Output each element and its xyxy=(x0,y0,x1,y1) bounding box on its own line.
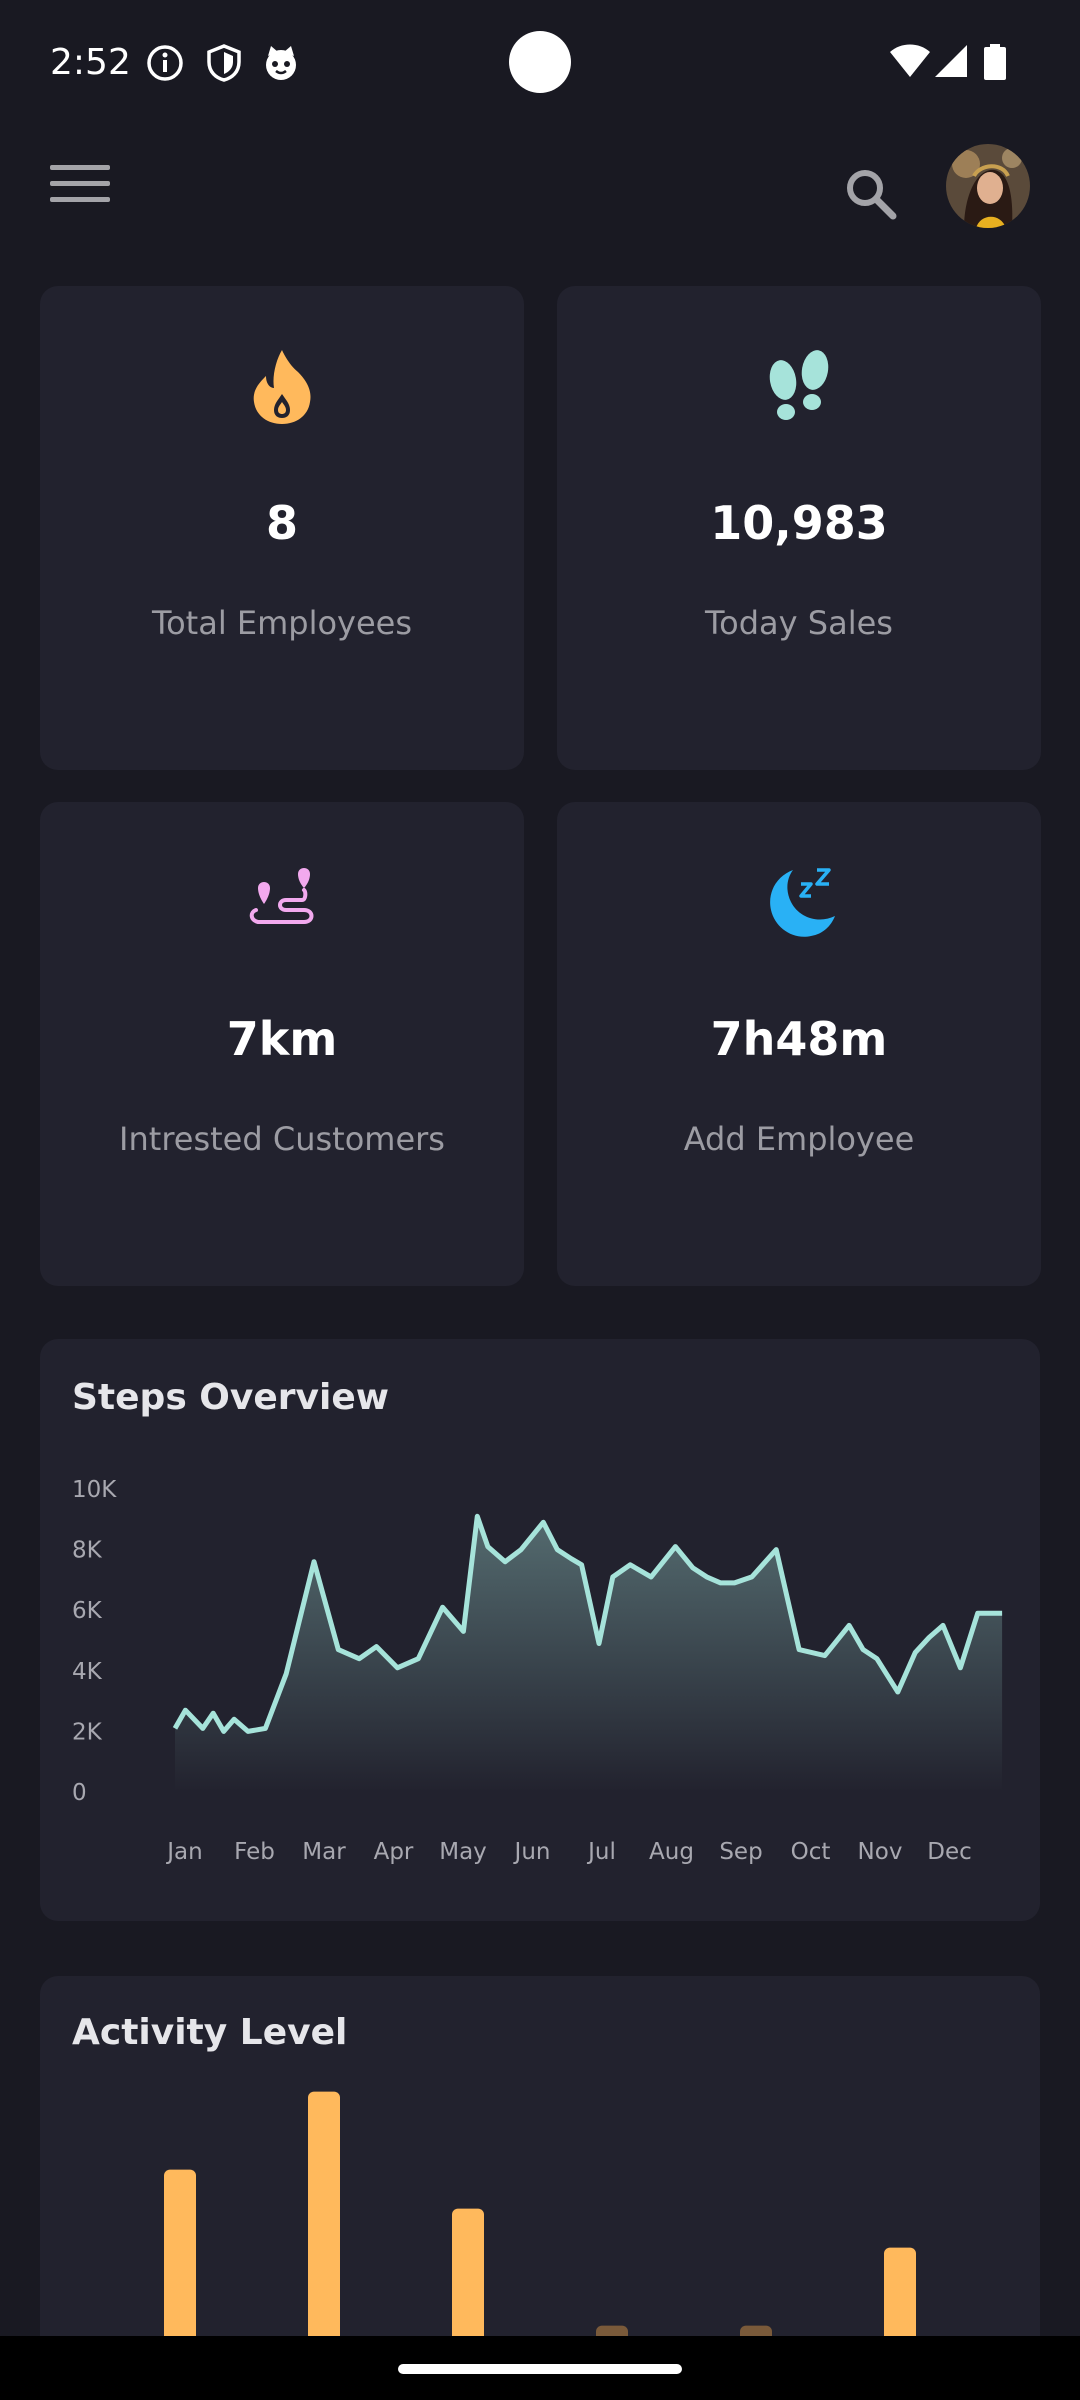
footsteps-icon xyxy=(769,350,829,420)
steps-chart: 0 2K 4K 6K 8K 10K Jan Feb Mar Apr May Jun Jul Aug Sep O… xyxy=(72,1477,1003,1865)
stat-value: 10,983 xyxy=(710,496,888,550)
y-tick-label: 4K xyxy=(72,1659,103,1685)
x-tick-label: May xyxy=(439,1839,487,1865)
wifi-icon xyxy=(890,44,930,77)
x-tick-label: Apr xyxy=(374,1839,414,1865)
app-bar xyxy=(0,130,1080,250)
x-tick-label: Aug xyxy=(649,1839,694,1865)
y-tick-label: 8K xyxy=(72,1538,103,1564)
steps-overview-card: Steps Overview 0 2K 4K 6K 8K 10K Jan Feb Mar Apr M… xyxy=(40,1339,1040,1921)
activity-chart xyxy=(164,2091,916,2356)
x-tick-label: Jul xyxy=(586,1839,616,1865)
activity-bar xyxy=(452,2208,484,2356)
battery-icon xyxy=(984,44,1006,80)
y-tick-label: 0 xyxy=(72,1780,87,1806)
x-tick-label: Oct xyxy=(791,1839,831,1865)
stat-card-customers[interactable]: 7km Intrested Customers xyxy=(40,802,524,1286)
home-gesture-handle[interactable] xyxy=(398,2364,682,2374)
area-fill xyxy=(175,1516,1003,1792)
stat-label: Today Sales xyxy=(705,604,893,642)
route-icon xyxy=(249,868,314,924)
sleep-moon-icon xyxy=(770,868,835,937)
shield-icon xyxy=(207,44,241,82)
navigation-bar xyxy=(0,2336,1080,2400)
x-tick-label: Sep xyxy=(719,1839,762,1865)
activity-level-card: Activity Level xyxy=(40,1976,1040,2376)
search-icon[interactable] xyxy=(843,166,899,222)
stat-value: 8 xyxy=(265,496,298,550)
stat-card-add-employee[interactable]: 7h48m Add Employee xyxy=(557,802,1041,1286)
x-tick-label: Mar xyxy=(302,1839,346,1865)
x-tick-label: Jan xyxy=(165,1839,202,1865)
status-bar: 2:52 xyxy=(0,0,1080,130)
signal-icon xyxy=(935,45,967,77)
y-tick-label: 10K xyxy=(72,1477,117,1503)
x-tick-label: Nov xyxy=(858,1839,903,1865)
stat-label: Add Employee xyxy=(683,1120,915,1158)
stat-label: Intrested Customers xyxy=(119,1120,445,1158)
stat-card-sales[interactable]: 10,983 Today Sales xyxy=(557,286,1041,770)
stat-card-employees[interactable]: 8 Total Employees xyxy=(40,286,524,770)
x-tick-label: Dec xyxy=(927,1839,972,1865)
activity-bar xyxy=(308,2091,340,2356)
y-tick-label: 6K xyxy=(72,1598,103,1624)
stat-value: 7h48m xyxy=(710,1012,888,1066)
cat-icon xyxy=(266,46,296,80)
app-screen: 2:52 8 Total Employees 10,983 Today Sale… xyxy=(0,0,1080,2400)
activity-bar xyxy=(164,2169,196,2356)
menu-icon[interactable] xyxy=(50,165,110,215)
front-camera xyxy=(509,31,571,93)
x-tick-label: Jun xyxy=(513,1839,551,1865)
x-tick-label: Feb xyxy=(234,1839,275,1865)
info-icon xyxy=(147,45,183,81)
stat-label: Total Employees xyxy=(151,604,413,642)
stat-value: 7km xyxy=(226,1012,338,1066)
user-avatar[interactable] xyxy=(946,144,1030,228)
status-time: 2:52 xyxy=(50,42,131,83)
flame-icon xyxy=(253,350,311,424)
y-tick-label: 2K xyxy=(72,1719,103,1745)
